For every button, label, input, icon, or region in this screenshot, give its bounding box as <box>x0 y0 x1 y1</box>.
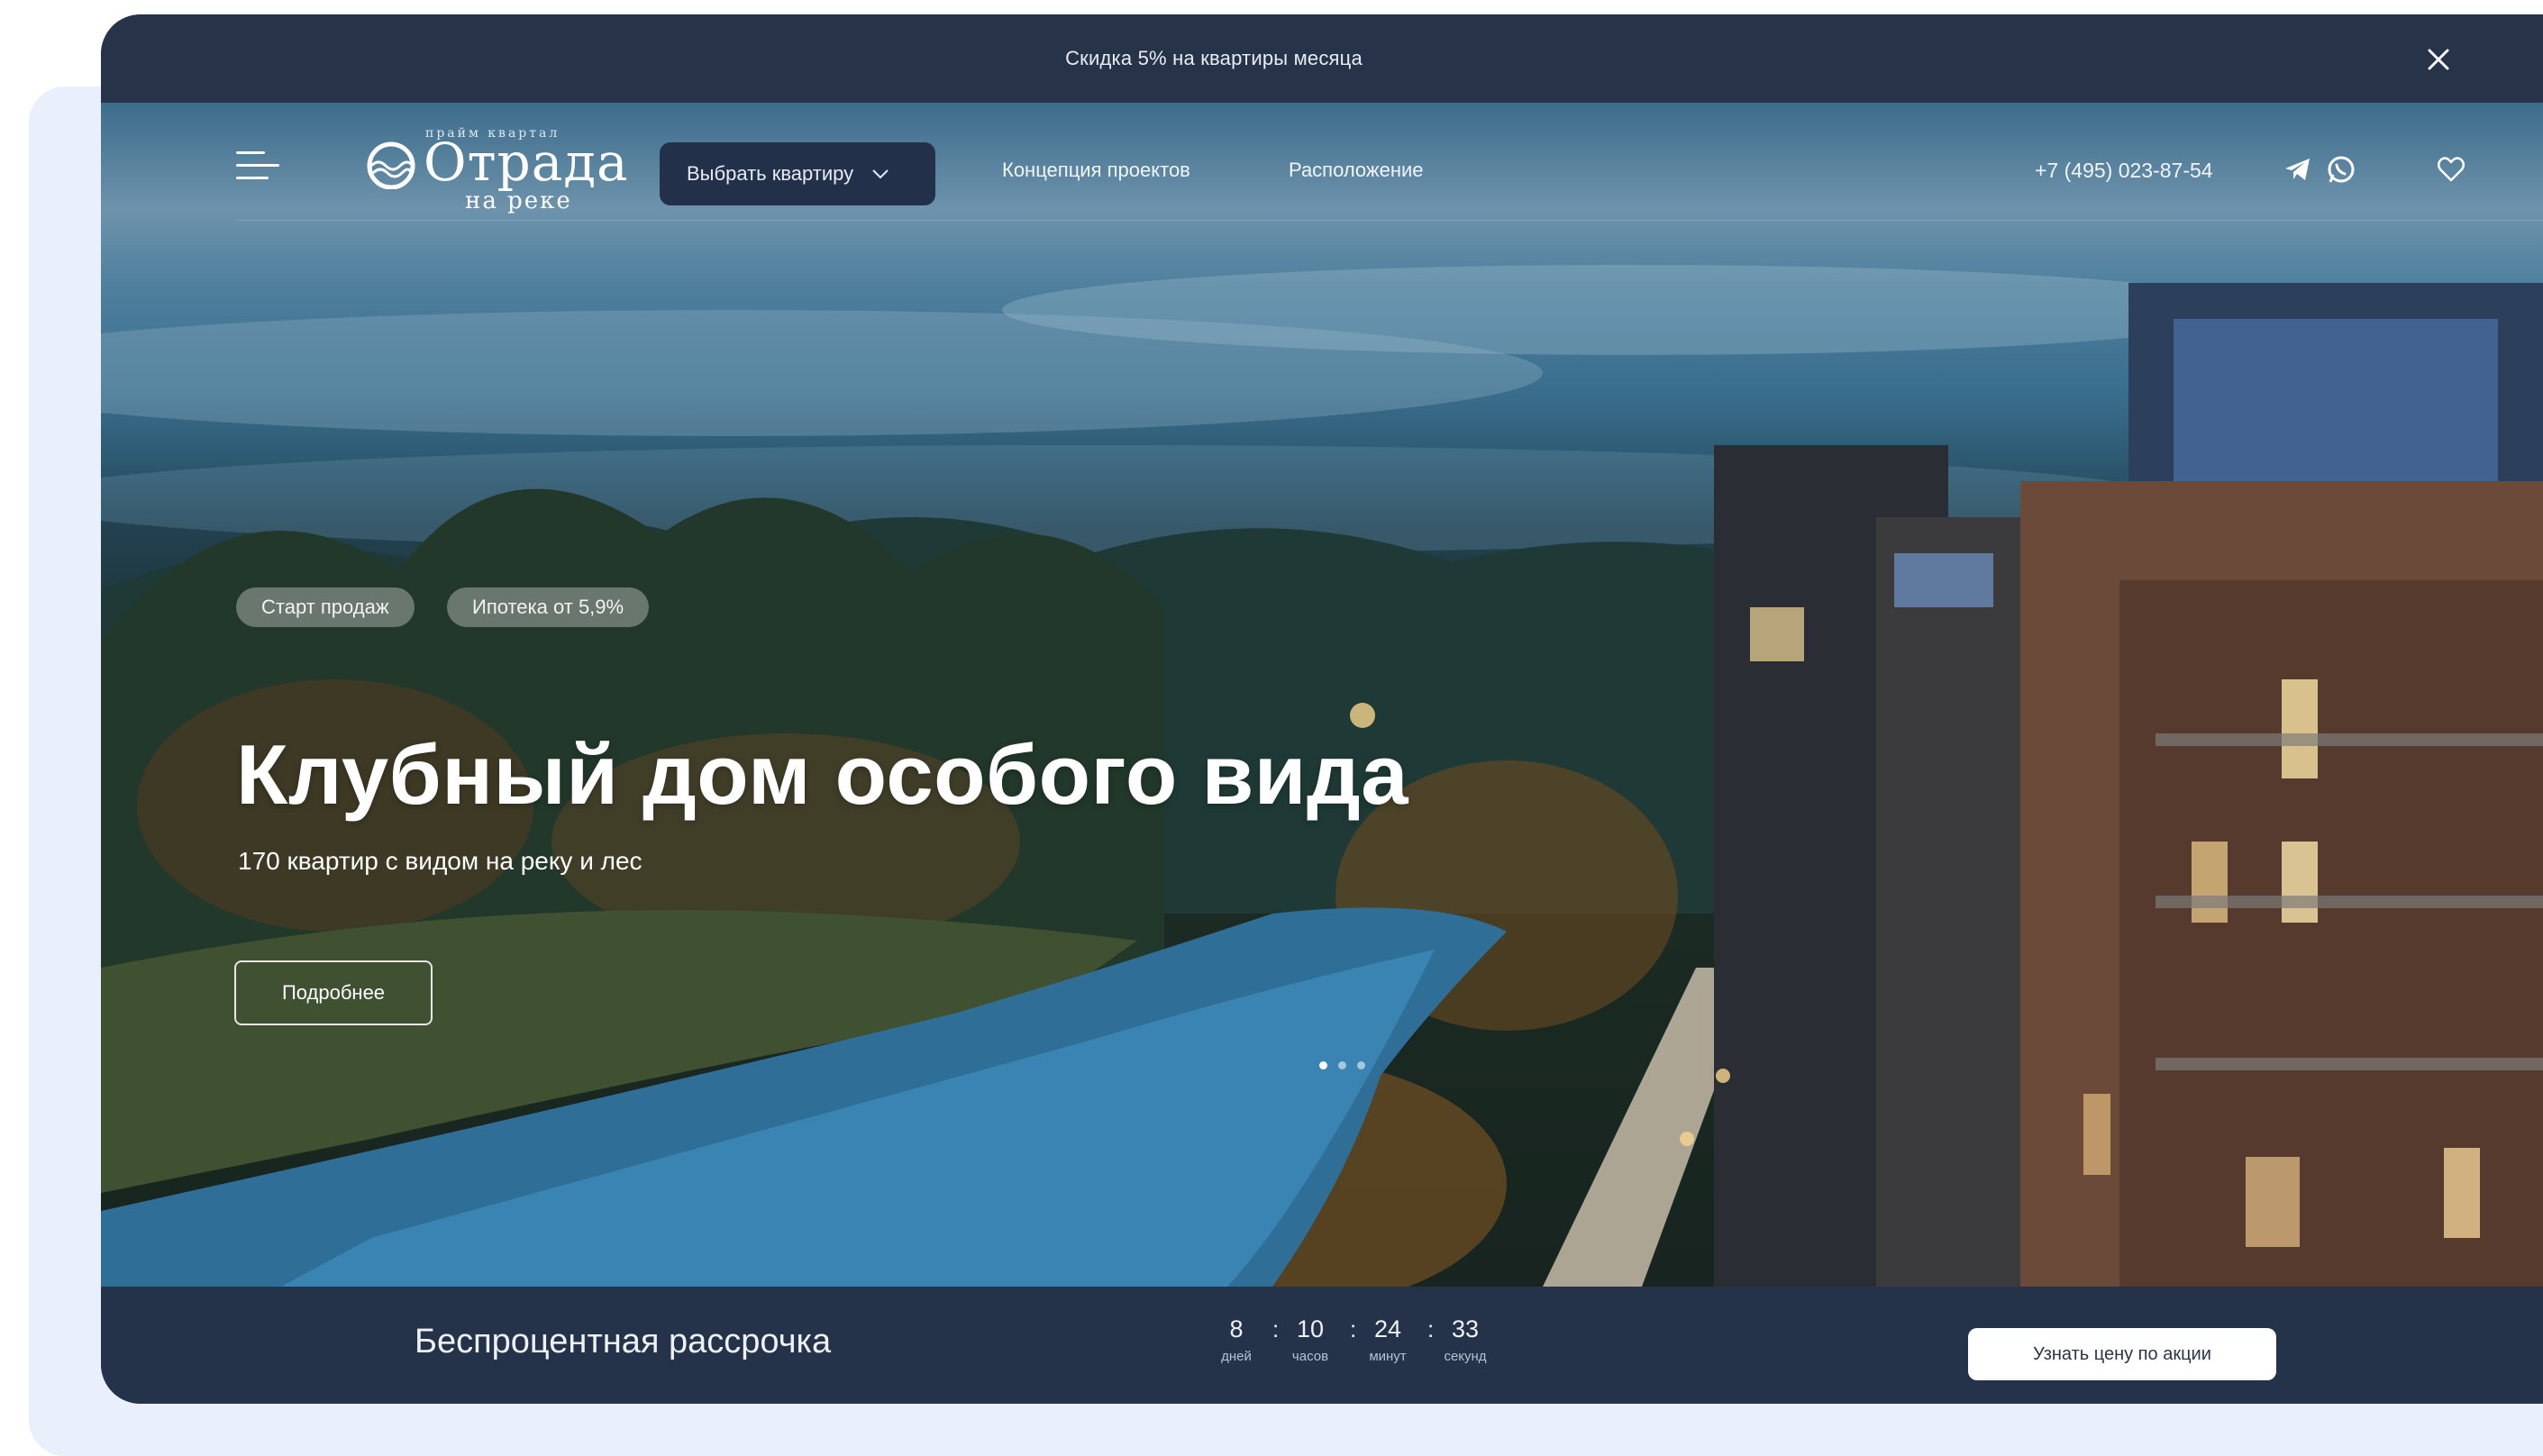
chip-sales-start: Старт продаж <box>236 587 415 627</box>
timer-days-value: 8 <box>1229 1315 1244 1342</box>
close-icon[interactable] <box>2420 41 2456 77</box>
chevron-down-icon <box>872 169 889 179</box>
more-button[interactable]: Подробнее <box>234 960 433 1025</box>
timer-seconds-label: секунд <box>1444 1349 1487 1364</box>
slider-dot-1[interactable] <box>1319 1061 1327 1069</box>
phone-link[interactable]: +7 (495) 023-87-54 <box>2035 159 2213 183</box>
timer-seconds-value: 33 <box>1451 1315 1480 1342</box>
timer-hours: 10 часов <box>1274 1315 1346 1364</box>
hero-section: прайм квартал Отрада на реке Выбрать ква… <box>101 103 2543 1287</box>
whatsapp-icon[interactable] <box>2325 153 2357 186</box>
telegram-icon[interactable] <box>2282 153 2314 186</box>
installment-title: Беспроцентная рассрочка <box>415 1323 832 1360</box>
select-apartment-button[interactable]: Выбрать квартиру <box>660 142 935 205</box>
menu-icon[interactable] <box>236 151 279 182</box>
hero-title: Клубный дом особого вида <box>236 727 1408 822</box>
timer-days: 8 дней <box>1200 1315 1272 1364</box>
logo-name: Отрада <box>424 132 629 193</box>
timer-hours-value: 10 <box>1296 1315 1325 1342</box>
heart-icon[interactable] <box>2435 153 2467 186</box>
timer-minutes: 24 минут <box>1352 1315 1424 1364</box>
logo[interactable]: прайм квартал Отрада на реке <box>364 126 628 216</box>
nav-concept-link[interactable]: Концепция проектов <box>1002 159 1190 182</box>
promo-offer-bar: Беспроцентная рассрочка 8 дней : 10 часо… <box>101 1287 2543 1404</box>
slider-dots <box>1319 1061 1365 1069</box>
timer-minutes-label: минут <box>1369 1349 1407 1364</box>
timer-hours-label: часов <box>1291 1349 1329 1364</box>
promo-text: Скидка 5% на квартиры месяца <box>1065 47 1363 69</box>
hero-subtitle: 170 квартир с видом на реку и лес <box>238 847 643 875</box>
slider-dot-2[interactable] <box>1338 1061 1346 1069</box>
select-apartment-label: Выбрать квартиру <box>687 162 854 185</box>
promo-price-button[interactable]: Узнать цену по акции <box>1968 1328 2276 1380</box>
header-divider <box>236 220 2543 221</box>
logo-wave-icon <box>367 141 415 189</box>
timer-minutes-value: 24 <box>1373 1315 1402 1342</box>
browser-window: Скидка 5% на квартиры месяца прайм кварт… <box>101 14 2543 1404</box>
nav-location-link[interactable]: Расположение <box>1289 159 1424 182</box>
timer-days-label: дней <box>1221 1349 1252 1364</box>
slider-dot-3[interactable] <box>1357 1061 1365 1069</box>
timer-seconds: 33 секунд <box>1429 1315 1501 1364</box>
logo-subtitle: на реке <box>465 187 572 214</box>
hero-image <box>101 265 2543 1287</box>
promo-bar: Скидка 5% на квартиры месяца <box>101 14 2543 103</box>
chip-mortgage: Ипотека от 5,9% <box>447 587 650 627</box>
